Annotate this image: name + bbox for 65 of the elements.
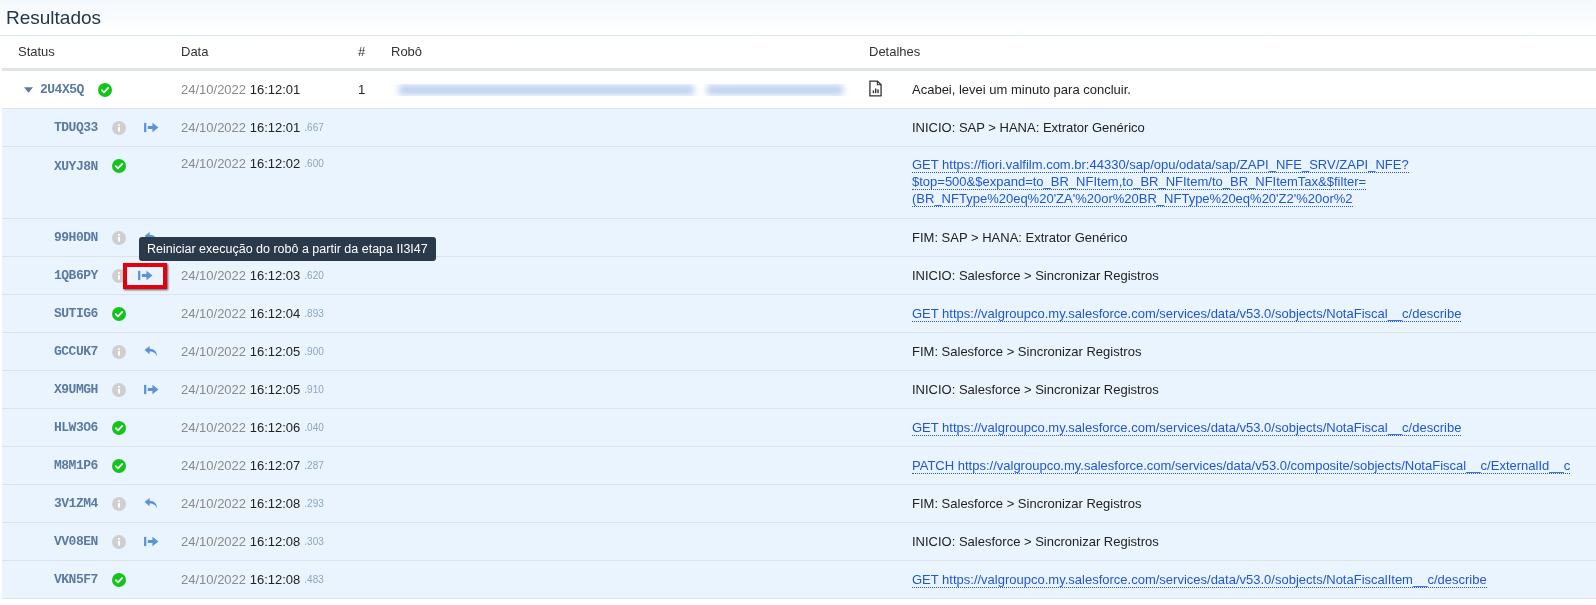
milliseconds: .287	[304, 460, 324, 471]
column-header: Robô	[391, 43, 423, 61]
request-link[interactable]: GET https://valgroupco.my.salesforce.com/services/data/v53.0/sobjects/NotaFiscal__c/describe	[912, 305, 1462, 322]
request-link[interactable]: GET https://fiori.valfilm.com.br:44330/sap/opu/odata/sap/ZAPI_NFE_SRV/ZAPI_NFE? $top=500&$expand=to_BR_NFItem,to_BR_NFItem/to_BR_NFItemTax&$filter= (BR_NFType%20eq%20'ZA'%20or%20BR_NFType%20eq%20'Z2'%20or%2	[912, 156, 1409, 207]
step-forward-icon[interactable]	[137, 269, 153, 282]
details-text: Acabei, levei um minuto para concluir.	[912, 82, 1131, 97]
details-text: FIM: Salesforce > Sincronizar Registros	[912, 344, 1142, 359]
milliseconds: .910	[304, 384, 324, 395]
timestamp: 24/10/2022 16:12:08	[181, 534, 301, 549]
timestamp: 24/10/2022 16:12:05	[181, 344, 301, 359]
column-header: #	[358, 43, 366, 61]
details-text: INICIO: Salesforce > Sincronizar Registros	[912, 382, 1159, 397]
run-id[interactable]: 99H0DN	[54, 230, 112, 245]
timestamp: 24/10/2022 16:12:05	[181, 382, 301, 397]
request-link[interactable]: GET https://valgroupco.my.salesforce.com/services/data/v53.0/sobjects/NotaFiscalItem__c/describe	[912, 571, 1487, 588]
milliseconds: .900	[304, 346, 324, 357]
run-id[interactable]: M8M1P6	[54, 458, 112, 473]
milliseconds: .620	[304, 270, 324, 281]
milliseconds: .667	[304, 122, 324, 133]
step-forward-icon[interactable]	[143, 121, 159, 134]
column-header: Detalhes	[869, 43, 921, 61]
milliseconds: .303	[304, 536, 324, 547]
run-number: 1	[358, 82, 366, 97]
timestamp: 24/10/2022 16:12:01	[181, 82, 301, 97]
details-text: FIM: Salesforce > Sincronizar Registros	[912, 496, 1142, 511]
timestamp: 24/10/2022 16:12:08	[181, 496, 301, 511]
step-forward-icon[interactable]	[143, 383, 159, 396]
undo-arrow-icon[interactable]	[143, 497, 159, 510]
section-title: Resultados	[6, 6, 102, 29]
column-header: Status	[18, 43, 55, 61]
milliseconds: .293	[304, 498, 324, 509]
details-text: INICIO: Salesforce > Sincronizar Registros	[912, 534, 1159, 549]
timestamp: 24/10/2022 16:12:04	[181, 306, 301, 321]
timestamp: 24/10/2022 16:12:07	[181, 458, 301, 473]
run-id[interactable]: TDUQ33	[54, 120, 112, 135]
run-id[interactable]: X9UMGH	[54, 382, 112, 397]
column-header: Data	[181, 43, 209, 61]
report-file-icon[interactable]	[869, 79, 882, 97]
caret-icon[interactable]	[24, 86, 33, 93]
details-text: INICIO: SAP > HANA: Extrator Genérico	[912, 120, 1145, 135]
run-id[interactable]: VV08EN	[54, 534, 112, 549]
run-id[interactable]: SUTIG6	[54, 306, 112, 321]
milliseconds: .600	[304, 158, 324, 169]
request-link[interactable]: PATCH https://valgroupco.my.salesforce.com/services/data/v53.0/composite/sobjects/NotaFiscal__c/ExternalId__c	[912, 457, 1571, 474]
timestamp: 24/10/2022 16:12:03	[181, 268, 301, 283]
run-id[interactable]: 1QB6PY	[54, 268, 112, 283]
timestamp: 24/10/2022 16:12:02	[181, 156, 301, 171]
run-id[interactable]: HLW3O6	[54, 420, 112, 435]
run-id[interactable]: VKN5F7	[54, 572, 112, 587]
step-forward-icon[interactable]	[143, 535, 159, 548]
milliseconds: .893	[304, 308, 324, 319]
run-id[interactable]: 3V1ZM4	[54, 496, 112, 511]
milliseconds: .040	[304, 422, 324, 433]
undo-arrow-icon[interactable]	[143, 345, 159, 358]
timestamp: 24/10/2022 16:12:06	[181, 420, 301, 435]
details-text: INICIO: Salesforce > Sincronizar Registros	[912, 268, 1159, 283]
details-text: FIM: SAP > HANA: Extrator Genérico	[912, 230, 1128, 245]
run-id[interactable]: GCCUK7	[54, 344, 112, 359]
milliseconds: .483	[304, 574, 324, 585]
tooltip: Reiniciar execução do robô a partir da etapa II3I47	[139, 237, 436, 261]
run-id[interactable]: XUYJ8N	[54, 158, 112, 174]
timestamp: 24/10/2022 16:12:01	[181, 120, 301, 135]
timestamp: 24/10/2022 16:12:08	[181, 572, 301, 587]
request-link[interactable]: GET https://valgroupco.my.salesforce.com/services/data/v53.0/sobjects/NotaFiscal__c/describe	[912, 419, 1462, 436]
run-id[interactable]: 2U4X5Q	[40, 82, 98, 97]
